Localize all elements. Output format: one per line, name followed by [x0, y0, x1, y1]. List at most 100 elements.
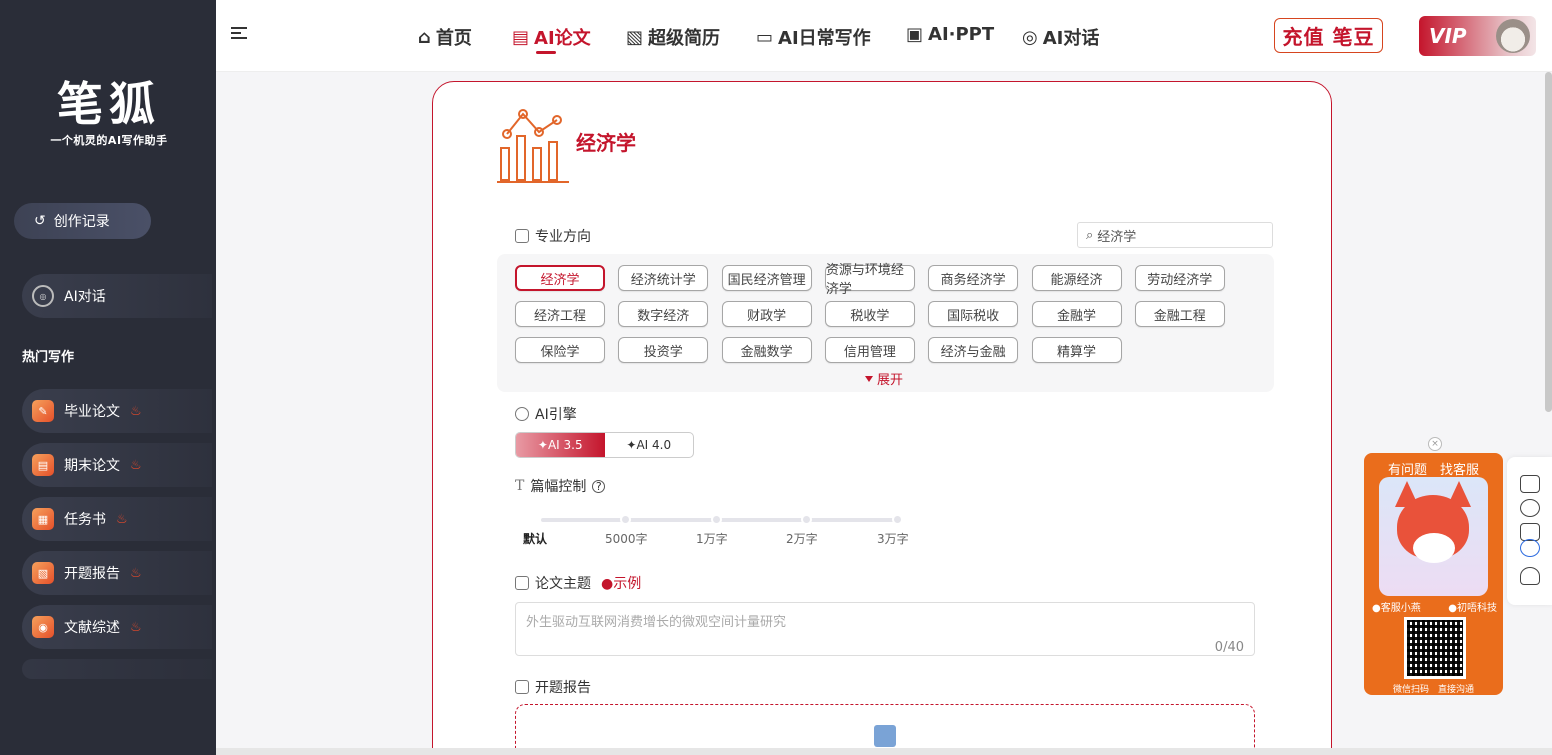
major-tag[interactable]: 经济统计学 [618, 265, 709, 291]
major-tag[interactable]: 能源经济 [1031, 265, 1122, 291]
recharge-button[interactable]: 充值 笔豆 [1274, 18, 1383, 53]
proposal-label: 开题报告 [535, 680, 591, 696]
major-tag[interactable]: 金融工程 [1134, 301, 1225, 327]
sidebar-item-final-paper[interactable]: ▤ 期末论文 ♨ [22, 443, 212, 487]
nav-ppt[interactable]: ▣ AI·PPT [906, 24, 994, 45]
sidebar-item-proposal[interactable]: ▧ 开题报告 ♨ [22, 551, 212, 595]
major-search[interactable]: ⌕ [1077, 222, 1273, 248]
engine-option-label: AI 3.5 [547, 438, 583, 452]
major-tag[interactable]: 投资学 [618, 337, 709, 363]
translate-icon[interactable] [1520, 499, 1540, 517]
length-option-label[interactable]: 5000字 [605, 530, 648, 547]
major-tag[interactable]: 税收学 [824, 301, 915, 327]
major-tag[interactable]: 数字经济 [618, 301, 709, 327]
topic-input[interactable]: 外生驱动互联网消费增长的微观空间计量研究 0/40 [515, 602, 1255, 656]
length-label: 篇幅控制 [530, 479, 587, 495]
length-slider-stop[interactable] [711, 514, 722, 525]
word-file-icon [874, 725, 896, 747]
length-option-label[interactable]: 2万字 [786, 530, 818, 547]
network-icon[interactable] [1520, 539, 1540, 557]
topic-label: 论文主题 [535, 576, 591, 592]
chat-bubble-icon: ● [1372, 603, 1381, 614]
major-tag[interactable]: 国民经济管理 [721, 265, 812, 291]
major-tag[interactable]: 经济学 [515, 265, 605, 291]
creation-record-button[interactable]: ↺ 创作记录 [14, 203, 151, 239]
length-option-label[interactable]: 3万字 [877, 530, 909, 547]
cs-labels: ●客服小燕 ●初唔科技 [1372, 599, 1497, 614]
char-counter: 0/40 [1214, 640, 1244, 655]
avatar[interactable] [1496, 19, 1530, 53]
nav-resume[interactable]: ▧ 超级简历 [626, 24, 720, 50]
vip-button[interactable]: VIP [1419, 16, 1536, 56]
logo-title: 笔狐 [57, 77, 161, 131]
main-card: 经济学 专业方向 ⌕ 经济学经济统计学国民经济管理资源与环境经济学商务经济学能源… [432, 81, 1332, 755]
nav-ai-paper[interactable]: ▤ AI论文 [512, 24, 591, 54]
notes-icon[interactable] [1520, 475, 1540, 493]
search-input[interactable] [1097, 227, 1258, 243]
proposal-label-row: 开题报告 [515, 677, 591, 697]
fire-icon: ♨ [130, 403, 142, 419]
major-tag[interactable]: 经济与金融 [928, 337, 1019, 363]
horizontal-scrollbar[interactable] [216, 748, 1552, 755]
scrollbar[interactable] [1545, 72, 1552, 412]
length-option-label[interactable]: 默认 [523, 530, 547, 547]
nav-label: 首页 [435, 28, 472, 49]
hot-writing-title: 热门写作 [22, 350, 75, 365]
expand-label: 展开 [877, 373, 904, 388]
close-icon[interactable]: × [1428, 437, 1442, 451]
fire-icon: ♨ [116, 511, 128, 527]
economics-chart-icon [497, 109, 569, 183]
nav-home[interactable]: ⌂ 首页 [418, 24, 472, 50]
example-link[interactable]: ●示例 [601, 573, 641, 593]
major-tag[interactable]: 保险学 [515, 337, 605, 363]
length-slider-stop[interactable] [892, 514, 903, 525]
ai-engine-icon [515, 407, 529, 421]
length-option-label[interactable]: 1万字 [696, 530, 728, 547]
sidebar-item-graduation-thesis[interactable]: ✎ 毕业论文 ♨ [22, 389, 212, 433]
major-tag[interactable]: 国际税收 [928, 301, 1019, 327]
engine-option-3-5[interactable]: ✦ AI 3.5 [516, 433, 605, 457]
book-icon [515, 680, 529, 694]
sidebar-item-partial[interactable] [22, 659, 212, 679]
major-tag-panel: 经济学 经济统计学 国民经济管理 资源与环境经济学 商务经济学 能源经济 劳动经济学经济工程… [497, 254, 1274, 392]
major-label-row: 专业方向 [515, 226, 591, 246]
major-tag[interactable]: 资源与环境经济学 [824, 263, 915, 297]
major-label: 专业方向 [535, 229, 591, 245]
nav-ai-chat[interactable]: ◎ AI对话 [1022, 24, 1099, 50]
major-tag[interactable]: 金融学 [1031, 301, 1122, 327]
major-tag[interactable]: 精算学 [1031, 337, 1122, 363]
sidebar-item-task-book[interactable]: ▦ 任务书 ♨ [22, 497, 212, 541]
search-icon: ⌕ [1086, 227, 1094, 243]
nav-label: AI对话 [1042, 28, 1100, 49]
creation-record-label: 创作记录 [53, 214, 110, 230]
caret-down-icon [865, 375, 873, 382]
cs-agent-name: 客服小燕 [1380, 603, 1421, 614]
major-tag[interactable]: 商务经济学 [928, 265, 1019, 291]
logo[interactable]: 笔狐 一个机灵的AI写作助手 [44, 78, 174, 148]
fire-icon: ♨ [130, 619, 142, 635]
sidebar-item-ai-chat[interactable]: ◎ AI对话 [22, 274, 212, 318]
major-tag[interactable]: 财政学 [721, 301, 812, 327]
users-icon[interactable] [1520, 567, 1540, 585]
engine-label: AI引擎 [535, 407, 577, 423]
customer-service-widget[interactable]: 有问题 找客服 ●客服小燕 ●初唔科技 微信扫码 直接沟通 [1364, 453, 1503, 695]
major-tag[interactable]: 经济工程 [515, 301, 605, 327]
sidebar-item-literature-review[interactable]: ◉ 文献综述 ♨ [22, 605, 212, 649]
document-icon: ▤ [512, 26, 530, 48]
nav-label: 超级简历 [648, 28, 721, 49]
length-slider-stop[interactable] [801, 514, 812, 525]
help-icon[interactable]: ? [592, 479, 606, 493]
expand-button[interactable]: 展开 [865, 369, 903, 388]
grid-icon [515, 229, 529, 243]
major-tag[interactable]: 劳动经济学 [1134, 265, 1225, 291]
sparkle-icon: ✦ [537, 438, 548, 452]
engine-option-4-0[interactable]: ✦ AI 4.0 [605, 433, 694, 457]
sidebar-item-label: AI对话 [64, 289, 106, 305]
example-label: 示例 [613, 576, 642, 592]
length-slider-stop[interactable] [620, 514, 631, 525]
major-tag[interactable]: 金融数学 [721, 337, 812, 363]
engine-selector: ✦ AI 3.5 ✦ AI 4.0 [515, 432, 694, 458]
major-tag[interactable]: 信用管理 [824, 337, 915, 363]
nav-daily-writing[interactable]: ▭ AI日常写作 [756, 24, 871, 50]
menu-collapse-icon[interactable] [231, 27, 247, 41]
